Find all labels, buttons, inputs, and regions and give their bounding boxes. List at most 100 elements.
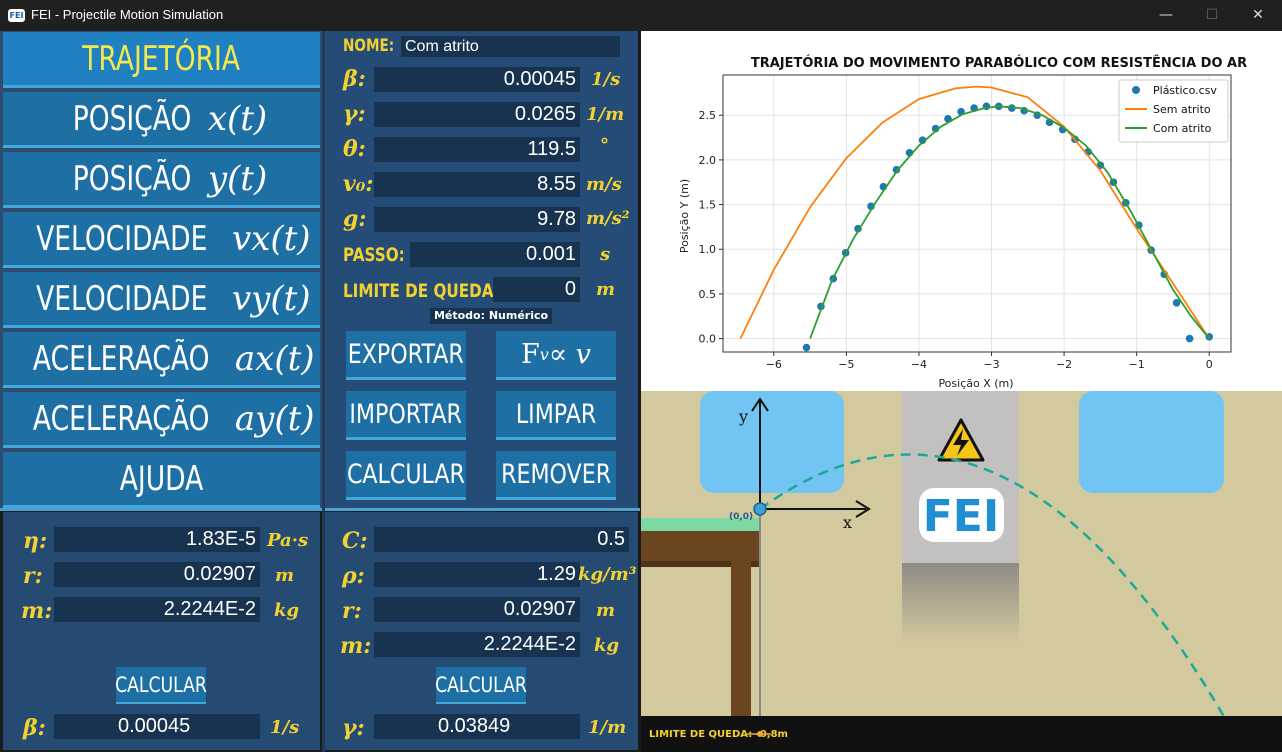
gamma-unit: 1/m	[586, 104, 625, 125]
x-tick-label: −2	[1056, 358, 1072, 371]
y-tick-label: 2.5	[699, 109, 717, 122]
maximize-button[interactable]: ☐	[1189, 0, 1235, 31]
passo-unit: s	[600, 244, 611, 265]
limite-input[interactable]: 0	[493, 277, 580, 302]
panel-divider	[0, 508, 640, 511]
scene-y-label: y	[738, 407, 748, 426]
v0-label: v₀:	[343, 171, 374, 197]
gamma-input[interactable]: 0.0265	[374, 102, 580, 127]
g-unit: m/s²	[586, 208, 630, 229]
close-button[interactable]: ✕	[1235, 0, 1281, 31]
x-tick-label: −1	[1129, 358, 1145, 371]
calcular-button[interactable]: CALCULAR	[346, 451, 466, 500]
drag-model-toggle-button[interactable]: Fv ∝ v	[496, 331, 616, 380]
passo-input[interactable]: 0.001	[410, 242, 580, 267]
g-label: g:	[343, 206, 367, 232]
menu-velocidade-vy[interactable]: VELOCIDADE vy(t)	[3, 272, 320, 328]
window-title: FEI - Projectile Motion Simulation	[31, 7, 224, 22]
importar-button[interactable]: IMPORTAR	[346, 391, 466, 440]
chart-title: TRAJETÓRIA DO MOVIMENTO PARABÓLICO COM R…	[751, 55, 1247, 71]
mass-unit: kg	[274, 600, 300, 621]
limpar-button[interactable]: LIMPAR	[496, 391, 616, 440]
cd-label: C:	[342, 528, 368, 554]
gamma-result-label: γ:	[342, 715, 365, 741]
mass-q-input[interactable]: 2.2244E-2	[374, 632, 580, 657]
gamma-result-unit: 1/m	[588, 717, 627, 738]
rho-input[interactable]: 1.29	[374, 562, 580, 587]
quadratic-drag-panel: C: 0.5 ρ: 1.29 kg/m³ r: 0.02907 m m: 2.2…	[325, 512, 638, 750]
column-divider	[322, 31, 325, 752]
linear-drag-panel: η: 1.83E-5 Pa·s r: 0.02907 m m: 2.2244E-…	[3, 512, 320, 750]
origin-label: (0,0)	[729, 512, 753, 522]
gamma-label: γ:	[343, 101, 366, 127]
beta-label: β:	[343, 66, 366, 92]
x-tick-label: −5	[838, 358, 854, 371]
y-tick-label: 0.5	[699, 288, 717, 301]
eta-input[interactable]: 1.83E-5	[54, 527, 260, 552]
theta-input[interactable]: 119.5	[374, 137, 580, 162]
radius-q-input[interactable]: 0.02907	[374, 597, 580, 622]
calcular-gamma-button[interactable]: CALCULAR	[435, 667, 527, 704]
menu-aceleracao-ax[interactable]: ACELERAÇÃO ax(t)	[3, 332, 320, 388]
parameters-panel: NOME: Com atrito β: 0.00045 1/s γ: 0.026…	[325, 31, 638, 508]
remover-button[interactable]: REMOVER	[496, 451, 616, 500]
chart-legend: Plástico.csv Sem atrito Com atrito	[1118, 79, 1229, 143]
legend-com-atrito: Com atrito	[1153, 122, 1212, 135]
menu-posicao-x[interactable]: POSIÇÃO x(t)	[3, 92, 320, 148]
mass-input[interactable]: 2.2244E-2	[54, 597, 260, 622]
pillar-shadow	[902, 563, 1019, 643]
app-logo: FEI	[8, 9, 25, 22]
g-input[interactable]: 9.78	[374, 207, 580, 232]
data-point	[802, 343, 811, 352]
nome-input[interactable]: Com atrito	[401, 36, 620, 57]
radius-q-unit: m	[596, 600, 616, 621]
y-tick-label: 1.5	[699, 199, 717, 212]
legend-sem-atrito: Sem atrito	[1153, 103, 1211, 116]
window-left	[700, 391, 844, 493]
scene-x-label: x	[843, 513, 852, 532]
x-tick-label: −6	[766, 358, 782, 371]
cd-input[interactable]: 0.5	[374, 527, 629, 552]
simulation-scene: FEI y x (0,0) LIMITE DE QUEDA: -0,8m	[641, 391, 1282, 752]
beta-result-label: β:	[23, 715, 46, 741]
menu-trajetoria[interactable]: TRAJETÓRIA	[3, 32, 320, 88]
menu-velocidade-vx[interactable]: VELOCIDADE vx(t)	[3, 212, 320, 268]
data-point	[1185, 334, 1194, 343]
table-leg	[731, 561, 751, 736]
y-tick-label: 1.0	[699, 243, 717, 256]
eta-label: η:	[23, 528, 48, 554]
legend-plastico: Plástico.csv	[1153, 84, 1217, 97]
trajectory-chart: TRAJETÓRIA DO MOVIMENTO PARABÓLICO COM R…	[641, 31, 1282, 391]
radius-input[interactable]: 0.02907	[54, 562, 260, 587]
radius-q-label: r:	[342, 598, 362, 624]
drop-limit-marker	[757, 731, 763, 737]
rho-label: ρ:	[342, 563, 365, 589]
graph-menu: TRAJETÓRIA POSIÇÃO x(t) POSIÇÃO y(t) VELOC…	[0, 31, 322, 510]
v0-input[interactable]: 8.55	[374, 172, 580, 197]
menu-ajuda[interactable]: AJUDA	[3, 452, 320, 508]
table-top	[641, 531, 761, 561]
menu-posicao-y[interactable]: POSIÇÃO y(t)	[3, 152, 320, 208]
y-tick-label: 2.0	[699, 154, 717, 167]
mass-q-label: m:	[340, 633, 372, 659]
exportar-button[interactable]: EXPORTAR	[346, 331, 466, 380]
beta-result: 0.00045	[54, 714, 260, 739]
gamma-result: 0.03849	[374, 714, 580, 739]
legend-marker-plastico	[1132, 86, 1140, 94]
eta-unit: Pa·s	[267, 530, 309, 551]
v0-unit: m/s	[586, 174, 622, 195]
svg-text:FEI: FEI	[923, 491, 999, 542]
x-tick-label: 0	[1206, 358, 1213, 371]
fei-logo: FEI	[919, 488, 1004, 542]
x-tick-label: −3	[983, 358, 999, 371]
minimize-button[interactable]: —	[1143, 0, 1189, 31]
window-right	[1079, 391, 1224, 493]
x-axis-label: Posição X (m)	[938, 377, 1013, 390]
y-axis-label: Posição Y (m)	[678, 179, 691, 253]
theta-label: θ:	[343, 136, 366, 162]
rho-unit: kg/m³	[578, 564, 637, 585]
calcular-beta-button[interactable]: CALCULAR	[115, 667, 207, 704]
beta-input[interactable]: 0.00045	[374, 67, 580, 92]
menu-aceleracao-ay[interactable]: ACELERAÇÃO ay(t)	[3, 392, 320, 448]
projectile-ball[interactable]	[753, 502, 767, 516]
